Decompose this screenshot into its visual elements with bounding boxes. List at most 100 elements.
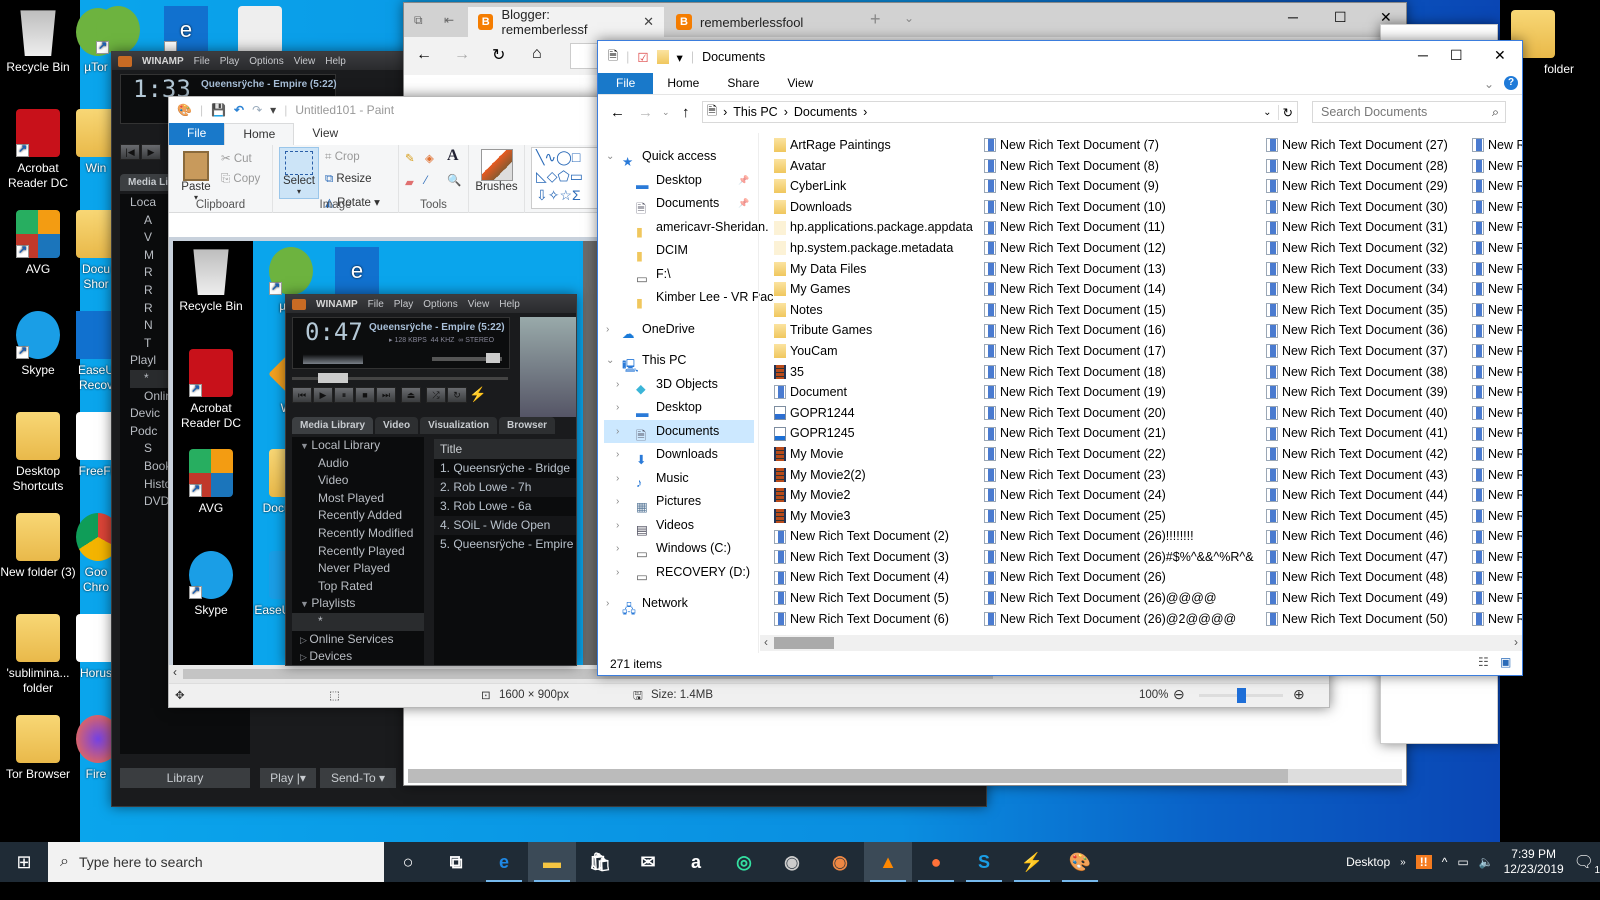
large-icons-view-icon[interactable]: ▣	[1500, 655, 1511, 669]
taskbar-app[interactable]: ◎	[720, 842, 768, 882]
desktop-icon-1[interactable]: Acrobat Reader DC	[0, 109, 76, 191]
taskbar-app[interactable]: ◉	[816, 842, 864, 882]
chevron-right-icon[interactable]: ›	[616, 467, 619, 491]
forward-icon[interactable]: →	[454, 46, 470, 64]
library-button[interactable]: Library	[120, 768, 250, 788]
file-item[interactable]: New Rich	[1472, 526, 1522, 547]
library-tree-item[interactable]: Recently Played	[292, 543, 424, 561]
undo-icon[interactable]: ↶	[234, 103, 244, 117]
chevron-right-icon[interactable]: ›	[616, 443, 619, 467]
recent-locations-icon[interactable]: ⌄	[662, 107, 670, 118]
previous-button[interactable]: ⏮	[292, 387, 312, 403]
chevron-right-icon[interactable]: ›	[616, 490, 619, 514]
volume-thumb[interactable]	[486, 353, 500, 363]
library-tree-item[interactable]: ▼ Playlists	[292, 595, 424, 613]
taskbar-search[interactable]: ⌕ Type here to search	[48, 842, 384, 882]
file-item[interactable]: New Rich Text Document (16)	[984, 320, 1254, 341]
file-item[interactable]: New Rich Text Document (24)	[984, 485, 1254, 506]
winamp-front-menu-options[interactable]: Options	[423, 299, 457, 310]
home-icon[interactable]: ⌂	[532, 45, 542, 63]
back-icon[interactable]: ←	[416, 46, 432, 64]
nav-item[interactable]: › ▤ Videos	[604, 514, 754, 538]
nav-item[interactable]: ▮ DCIM	[604, 239, 754, 263]
previous-button[interactable]: |◀	[120, 144, 140, 160]
file-item[interactable]: New Rich Text Document (48)	[1266, 567, 1448, 588]
avast-alert-icon[interactable]: !!	[1415, 855, 1432, 869]
file-item[interactable]: GOPR1245	[774, 423, 973, 444]
file-item[interactable]: New Rich Text Document (26)#$%^&&^%R^&	[984, 547, 1254, 568]
magnifier-icon[interactable]: 🔍	[447, 173, 461, 187]
edge-tab-rememberlessfool[interactable]: Brememberlessfool	[666, 7, 862, 37]
desktop-icon-col2-3[interactable]: EaseU Recov	[76, 311, 116, 393]
details-view-icon[interactable]: ☷	[1478, 655, 1489, 669]
winamp-menu-options[interactable]: Options	[249, 56, 283, 67]
minimize-icon[interactable]: ─	[1288, 9, 1298, 25]
expand-ribbon-icon[interactable]: ⌄	[1484, 77, 1494, 91]
seek-bar[interactable]	[292, 373, 508, 383]
zoom-slider-thumb[interactable]	[1237, 688, 1246, 703]
breadcrumb-documents[interactable]: Documents	[794, 105, 857, 119]
winamp-front-titlebar[interactable]: WINAMP File Play Options View Help	[286, 295, 576, 313]
taskbar-app[interactable]: 🎨	[1056, 842, 1104, 882]
desktop-icon-col2-4[interactable]: FreeFi	[76, 412, 116, 479]
taskbar-app[interactable]: ⚡	[1008, 842, 1056, 882]
file-item[interactable]: New Rich Text Document (3)	[774, 547, 973, 568]
file-item[interactable]: New Rich	[1472, 176, 1522, 197]
address-dropdown-icon[interactable]: ⌄	[1263, 107, 1271, 118]
desktop-icon-5[interactable]: New folder (3)	[0, 513, 76, 580]
winamp-menu-file[interactable]: File	[194, 56, 210, 67]
nav-item[interactable]: › 🖧 Network	[604, 592, 754, 616]
winamp-front-menu-view[interactable]: View	[468, 299, 490, 310]
file-item[interactable]: New Rich	[1472, 506, 1522, 527]
file-item[interactable]: New Rich Text Document (47)	[1266, 547, 1448, 568]
file-item[interactable]: New Rich Text Document (32)	[1266, 238, 1448, 259]
taskbar-app[interactable]: ●	[912, 842, 960, 882]
desktop-icon-col2-1[interactable]: Win	[76, 109, 116, 176]
repeat-button[interactable]: ↻	[447, 387, 467, 403]
desktop-icon-col2-5[interactable]: Goo Chro	[76, 513, 116, 595]
file-item[interactable]: New Rich	[1472, 567, 1522, 588]
taskbar-app[interactable]: 🛍	[576, 842, 624, 882]
file-item[interactable]: Document	[774, 382, 973, 403]
file-item[interactable]: New Rich	[1472, 588, 1522, 609]
winamp-front-menu-help[interactable]: Help	[499, 299, 520, 310]
tab-visualization[interactable]: Visualization	[420, 417, 498, 434]
file-item[interactable]: hp.applications.package.appdata	[774, 217, 973, 238]
file-item[interactable]: New Rich	[1472, 300, 1522, 321]
taskbar-app[interactable]: ○	[384, 842, 432, 882]
nav-item[interactable]: ▬ Desktop 📌	[604, 169, 754, 193]
winamp-front-menu-play[interactable]: Play	[394, 299, 413, 310]
pencil-icon[interactable]: ✎	[405, 151, 415, 165]
file-item[interactable]: New Rich	[1472, 197, 1522, 218]
close-tab-icon[interactable]: ✕	[643, 14, 654, 30]
scroll-right-icon[interactable]: ›	[1514, 635, 1518, 649]
taskbar-app[interactable]: ✉	[624, 842, 672, 882]
file-item[interactable]: New Rich Text Document (22)	[984, 444, 1254, 465]
chevron-right-icon[interactable]: ›	[606, 592, 609, 616]
brushes-button[interactable]: Brushes	[469, 145, 525, 213]
nav-item[interactable]: › ☁ OneDrive	[604, 318, 754, 342]
playlist-row[interactable]: 1. Queensrÿche - Bridge	[434, 459, 576, 478]
explorer-titlebar[interactable]: 🗎 | ☑ ▾ | Documents ─ ☐ ✕	[598, 41, 1522, 73]
file-item[interactable]: New Rich	[1472, 547, 1522, 568]
file-item[interactable]: New Rich Text Document (25)	[984, 506, 1254, 527]
explorer-window[interactable]: 🗎 | ☑ ▾ | Documents ─ ☐ ✕ File Home Shar…	[597, 40, 1523, 676]
file-item[interactable]: New Rich Text Document (40)	[1266, 403, 1448, 424]
pin-icon[interactable]: 📌	[738, 192, 749, 216]
refresh-icon[interactable]: ↻	[1277, 104, 1297, 120]
file-item[interactable]: My Data Files	[774, 259, 973, 280]
taskbar-app[interactable]: S	[960, 842, 1008, 882]
pause-button[interactable]: ⏸	[334, 387, 354, 403]
file-item[interactable]: New Rich Text Document (4)	[774, 567, 973, 588]
library-tree-item[interactable]: Audio	[292, 455, 424, 473]
file-item[interactable]: New Rich Text Document (5)	[774, 588, 973, 609]
play-button[interactable]: ▶	[141, 144, 161, 160]
tab-media-library[interactable]: Media Library	[292, 417, 374, 434]
taskbar-app[interactable]: a	[672, 842, 720, 882]
file-item[interactable]: New Rich	[1472, 238, 1522, 259]
playlist-row[interactable]: 5. Queensrÿche - Empire	[434, 535, 576, 554]
file-item[interactable]: New Rich Text Document (33)	[1266, 259, 1448, 280]
play-button-footer[interactable]: Play |▾	[260, 768, 316, 788]
nav-item[interactable]: › ⬇ Downloads	[604, 443, 754, 467]
file-item[interactable]: New Rich Text Document (17)	[984, 341, 1254, 362]
